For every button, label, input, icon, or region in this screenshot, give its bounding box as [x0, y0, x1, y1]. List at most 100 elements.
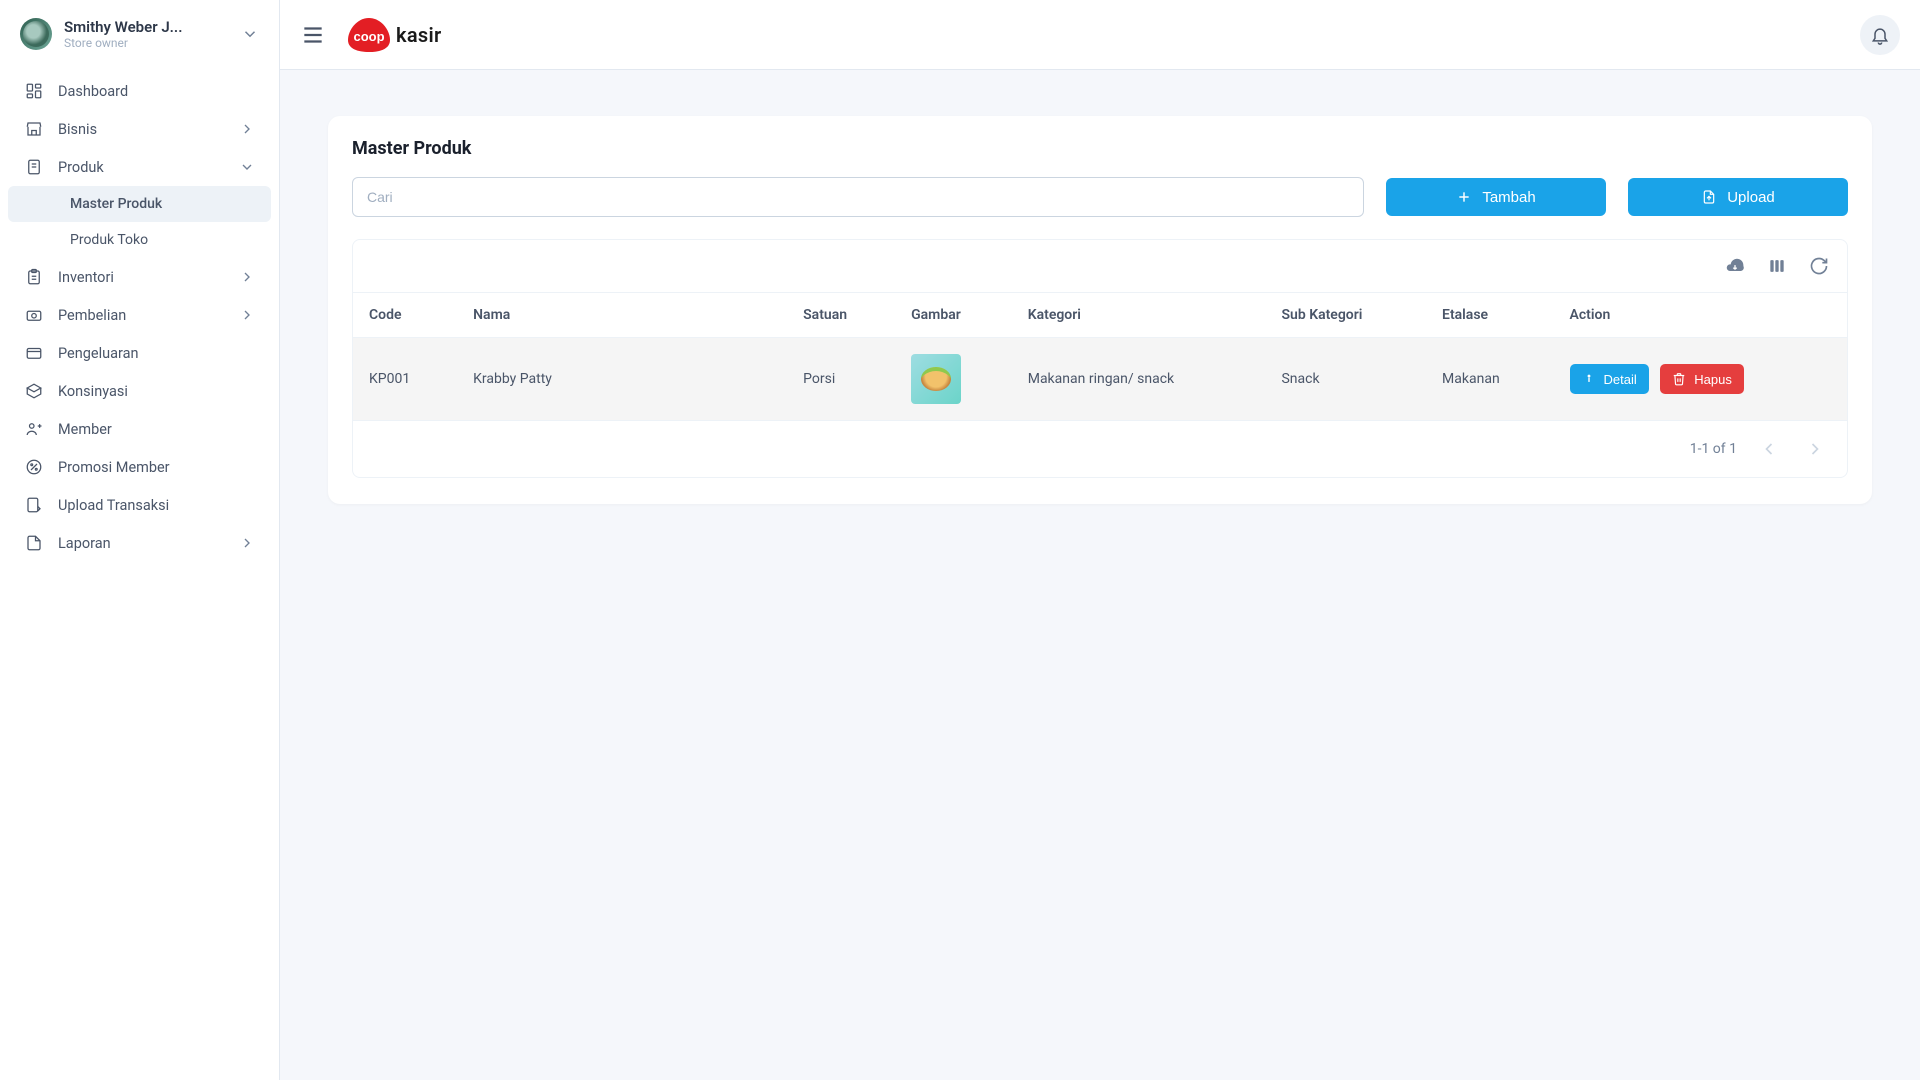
svg-text:coop: coop — [353, 29, 384, 44]
upload-tx-icon — [24, 496, 44, 514]
sidebar-item-label: Produk — [58, 159, 225, 176]
chevron-down-icon — [241, 25, 259, 43]
page-card: Master Produk Tambah Upload — [328, 116, 1872, 504]
chevron-right-icon — [239, 121, 255, 137]
refresh-icon[interactable] — [1809, 256, 1829, 276]
columns-icon[interactable] — [1767, 256, 1787, 276]
table-header-row: Code Nama Satuan Gambar Kategori Sub Kat… — [353, 293, 1847, 338]
col-subkategori[interactable]: Sub Kategori — [1265, 293, 1426, 338]
logo-badge-icon: coop — [346, 16, 392, 54]
sidebar-item-konsinyasi[interactable]: Konsinyasi — [8, 372, 271, 410]
cell-code: KP001 — [353, 338, 457, 421]
col-satuan[interactable]: Satuan — [787, 293, 895, 338]
sidebar-item-promosi[interactable]: Promosi Member — [8, 448, 271, 486]
cell-action: Detail Hapus — [1554, 338, 1847, 421]
detail-label: Detail — [1604, 372, 1637, 387]
expense-icon — [24, 344, 44, 362]
cell-nama: Krabby Patty — [457, 338, 787, 421]
detail-button[interactable]: Detail — [1570, 364, 1649, 394]
col-action: Action — [1554, 293, 1847, 338]
sidebar: Smithy Weber J... Store owner Dashboard … — [0, 0, 280, 1080]
bell-icon — [1870, 25, 1890, 45]
chevron-right-icon — [239, 307, 255, 323]
upload-button[interactable]: Upload — [1628, 178, 1848, 216]
report-icon — [24, 534, 44, 552]
brand-logo: coop kasir — [346, 16, 441, 54]
add-button-label: Tambah — [1482, 189, 1535, 206]
chevron-right-icon — [239, 269, 255, 285]
file-upload-icon — [1701, 189, 1717, 205]
user-name: Smithy Weber J... — [64, 18, 229, 36]
sidebar-item-label: Konsinyasi — [58, 383, 255, 400]
menu-toggle-icon[interactable] — [300, 22, 326, 48]
table-footer: 1-1 of 1 — [353, 421, 1847, 477]
sidebar-item-upload-transaksi[interactable]: Upload Transaksi — [8, 486, 271, 524]
user-role: Store owner — [64, 36, 229, 50]
sidebar-item-label: Pengeluaran — [58, 345, 255, 362]
col-gambar[interactable]: Gambar — [895, 293, 1012, 338]
sidebar-item-label: Inventori — [58, 269, 225, 286]
inventory-icon — [24, 268, 44, 286]
brand-text: kasir — [396, 23, 441, 47]
cell-gambar — [895, 338, 1012, 421]
col-etalase[interactable]: Etalase — [1426, 293, 1553, 338]
cell-subkategori: Snack — [1265, 338, 1426, 421]
sidebar-sub-label: Produk Toko — [70, 232, 148, 248]
sidebar-item-member[interactable]: Member — [8, 410, 271, 448]
delete-button[interactable]: Hapus — [1660, 364, 1744, 394]
member-icon — [24, 420, 44, 438]
sidebar-sub-produk-toko[interactable]: Produk Toko — [8, 222, 271, 258]
col-code[interactable]: Code — [353, 293, 457, 338]
sidebar-item-label: Upload Transaksi — [58, 497, 255, 514]
next-page-button[interactable] — [1801, 435, 1829, 463]
business-icon — [24, 120, 44, 138]
col-nama[interactable]: Nama — [457, 293, 787, 338]
sidebar-item-laporan[interactable]: Laporan — [8, 524, 271, 562]
purchase-icon — [24, 306, 44, 324]
prev-page-button[interactable] — [1755, 435, 1783, 463]
sidebar-item-pembelian[interactable]: Pembelian — [8, 296, 271, 334]
topbar: coop kasir — [280, 0, 1920, 70]
notifications-button[interactable] — [1860, 15, 1900, 55]
upload-button-label: Upload — [1727, 189, 1775, 206]
sidebar-sub-master-produk[interactable]: Master Produk — [8, 186, 271, 222]
chevron-down-icon — [239, 159, 255, 175]
info-icon — [1582, 372, 1596, 386]
dashboard-icon — [24, 82, 44, 100]
search-input[interactable] — [352, 177, 1364, 217]
table-row: KP001 Krabby Patty Porsi Makanan ringan/… — [353, 338, 1847, 421]
add-button[interactable]: Tambah — [1386, 178, 1606, 216]
sidebar-item-produk[interactable]: Produk — [8, 148, 271, 186]
sidebar-item-label: Bisnis — [58, 121, 225, 138]
sidebar-item-label: Laporan — [58, 535, 225, 552]
consignment-icon — [24, 382, 44, 400]
sidebar-item-label: Promosi Member — [58, 459, 255, 476]
products-table: Code Nama Satuan Gambar Kategori Sub Kat… — [353, 292, 1847, 421]
product-icon — [24, 158, 44, 176]
sidebar-item-bisnis[interactable]: Bisnis — [8, 110, 271, 148]
product-thumbnail[interactable] — [911, 354, 961, 404]
cell-satuan: Porsi — [787, 338, 895, 421]
page-title: Master Produk — [352, 138, 1848, 159]
cell-etalase: Makanan — [1426, 338, 1553, 421]
promo-icon — [24, 458, 44, 476]
cell-kategori: Makanan ringan/ snack — [1012, 338, 1266, 421]
table-card: Code Nama Satuan Gambar Kategori Sub Kat… — [352, 239, 1848, 478]
sidebar-item-pengeluaran[interactable]: Pengeluaran — [8, 334, 271, 372]
cloud-download-icon[interactable] — [1725, 256, 1745, 276]
sidebar-item-label: Pembelian — [58, 307, 225, 324]
pagination-range: 1-1 of 1 — [1690, 441, 1737, 457]
sidebar-nav: Dashboard Bisnis Produk Master Produk Pr… — [0, 64, 279, 570]
chevron-right-icon — [239, 535, 255, 551]
sidebar-sub-label: Master Produk — [70, 196, 162, 212]
sidebar-item-label: Dashboard — [58, 83, 255, 100]
sidebar-item-dashboard[interactable]: Dashboard — [8, 72, 271, 110]
avatar — [20, 18, 52, 50]
user-menu[interactable]: Smithy Weber J... Store owner — [0, 12, 279, 64]
trash-icon — [1672, 372, 1686, 386]
delete-label: Hapus — [1694, 372, 1732, 387]
col-kategori[interactable]: Kategori — [1012, 293, 1266, 338]
sidebar-item-inventori[interactable]: Inventori — [8, 258, 271, 296]
plus-icon — [1456, 189, 1472, 205]
sidebar-item-label: Member — [58, 421, 255, 438]
